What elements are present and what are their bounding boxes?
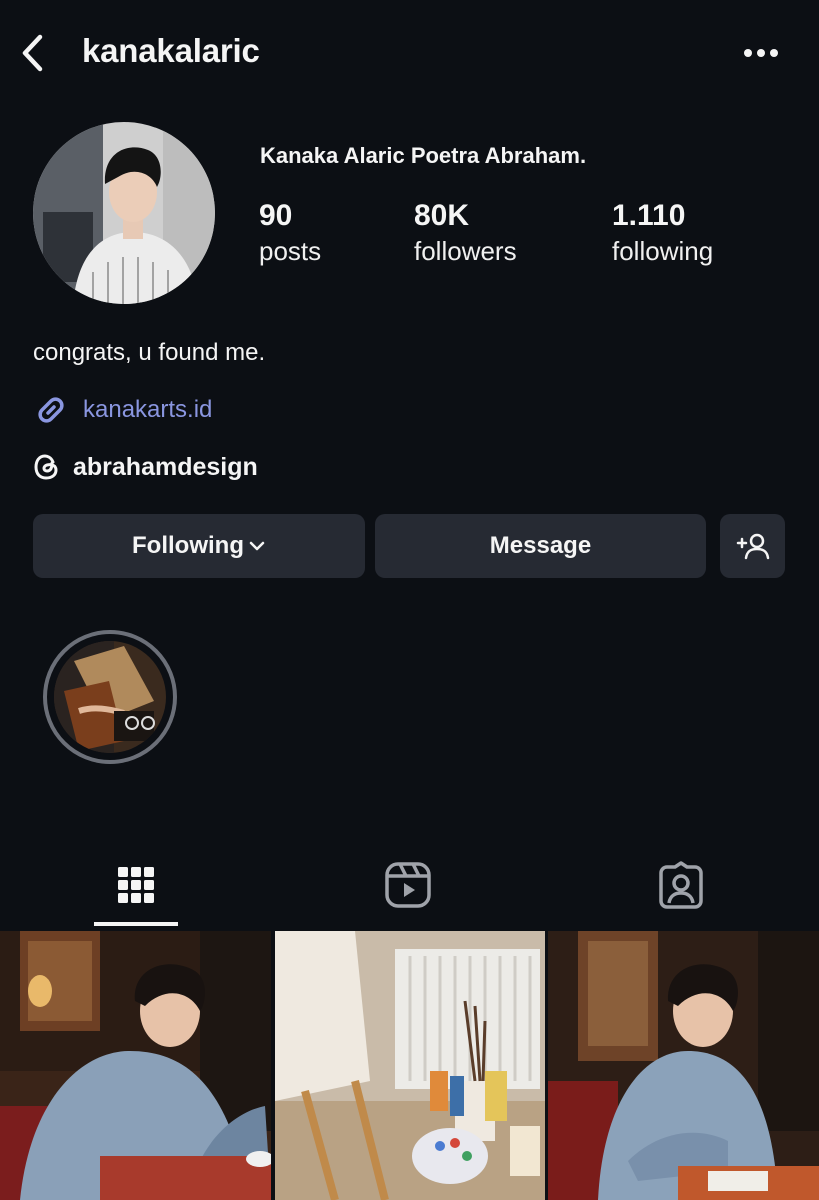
threads-icon (34, 454, 58, 480)
add-person-icon (736, 533, 769, 560)
tagged-icon (659, 861, 703, 909)
tab-posts-grid[interactable] (86, 855, 186, 915)
following-label: following (612, 236, 714, 266)
posts-count[interactable]: 90 posts (259, 196, 321, 266)
followers-label: followers (414, 236, 517, 266)
back-button[interactable] (14, 30, 50, 76)
posts-value: 90 (259, 199, 293, 232)
reels-icon (385, 862, 431, 908)
chevron-left-icon (22, 34, 43, 72)
profile-link-text: kanakarts.id (83, 396, 213, 423)
threads-handle: abrahamdesign (73, 452, 258, 481)
post-thumbnail[interactable] (275, 931, 545, 1200)
post-image (548, 931, 819, 1200)
highlight-cover-image (54, 641, 166, 753)
post-image (275, 931, 545, 1200)
following-value: 1.110 (612, 199, 686, 232)
post-thumbnail[interactable] (548, 931, 819, 1200)
tab-reels[interactable] (358, 855, 458, 915)
suggested-users-button[interactable] (720, 514, 785, 578)
display-name: Kanaka Alaric Poetra Abraham. (260, 143, 587, 168)
bio-text: congrats, u found me. (33, 339, 266, 366)
chevron-down-icon (249, 541, 265, 551)
post-image (0, 931, 271, 1200)
grid-icon (118, 867, 154, 903)
story-highlight[interactable] (43, 630, 177, 764)
more-options-button[interactable] (738, 38, 784, 68)
more-horizontal-icon (744, 49, 778, 57)
following-button[interactable]: Following (33, 514, 365, 578)
profile-avatar[interactable] (33, 122, 215, 304)
highlight-cover (54, 641, 166, 753)
posts-label: posts (259, 236, 322, 266)
following-count[interactable]: 1.110 following (612, 196, 713, 266)
post-thumbnail[interactable] (0, 931, 271, 1200)
profile-username: kanakalaric (82, 32, 260, 69)
following-button-label: Following (132, 532, 244, 559)
avatar-photo (33, 122, 215, 304)
message-button-label: Message (489, 532, 592, 559)
followers-count[interactable]: 80K followers (414, 196, 517, 266)
active-tab-indicator (94, 922, 178, 926)
link-icon (38, 397, 64, 423)
profile-link[interactable]: kanakarts.id (33, 392, 212, 428)
tab-tagged[interactable] (631, 855, 731, 915)
message-button[interactable]: Message (375, 514, 706, 578)
threads-badge[interactable]: abrahamdesign (33, 452, 258, 482)
followers-value: 80K (414, 199, 470, 232)
